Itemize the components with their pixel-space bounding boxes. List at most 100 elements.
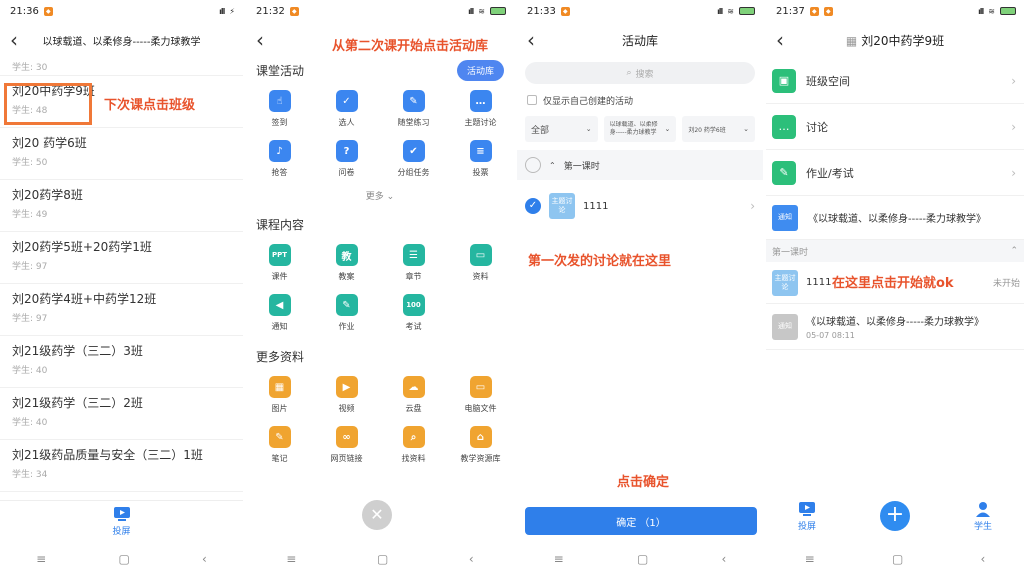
- add-button[interactable]: +: [879, 501, 910, 531]
- search-input[interactable]: ⌕ 搜索: [525, 62, 755, 84]
- chevron-down-icon: ⌄: [386, 192, 395, 202]
- material-item[interactable]: ✎ 笔记: [246, 422, 313, 468]
- tab-screen-cast[interactable]: 投屏: [0, 500, 243, 542]
- page-title: 刘20中药学9班: [861, 33, 945, 48]
- filter-type[interactable]: 全部 ⌄: [525, 116, 598, 142]
- back-icon[interactable]: ‹: [469, 552, 474, 566]
- home-icon[interactable]: ▢: [637, 552, 648, 566]
- search-icon: ⌕: [626, 68, 632, 78]
- material-label: 网页链接: [330, 454, 363, 463]
- class-space-icon: ▣: [772, 68, 796, 93]
- chevron-down-icon: ⌄: [664, 125, 671, 133]
- filter-course[interactable]: 以球载道、以柔修身-----柔力球教学 ⌄: [603, 116, 677, 142]
- content-item[interactable]: 教教案: [313, 240, 380, 286]
- activity-item[interactable]: ☝ 签到: [246, 86, 313, 132]
- tab-students[interactable]: 学生: [974, 501, 992, 532]
- confirm-button[interactable]: 确定 （1）: [525, 507, 757, 535]
- activity-item[interactable]: … 主题讨论: [447, 86, 514, 132]
- material-item[interactable]: ▶ 视频: [313, 372, 380, 418]
- content-item[interactable]: ☰ 章节: [380, 240, 447, 286]
- activity-library-button[interactable]: 活动库: [456, 59, 504, 81]
- class-item[interactable]: 刘20 药学6班 学生: 50: [0, 128, 243, 180]
- close-button[interactable]: ✕: [362, 500, 392, 530]
- activity-item[interactable]: ✓ 主题讨论 1111 ›: [517, 180, 763, 232]
- content-label: 课件: [271, 272, 288, 281]
- class-item[interactable]: 刘21级药学（三二）2班学生: 40: [0, 388, 243, 440]
- more-toggle[interactable]: 更多 ⌄: [246, 186, 514, 208]
- menu-icon[interactable]: ≡: [805, 552, 815, 566]
- material-label: 教学资源库: [460, 454, 501, 463]
- notice-item[interactable]: 通知 《以球载道、以柔修身-----柔力球教学》: [766, 196, 1024, 240]
- material-item[interactable]: ∞ 网页链接: [313, 422, 380, 468]
- material-item[interactable]: ⌂ 教学资源库: [447, 422, 514, 468]
- activity-item[interactable]: ? 问卷: [313, 136, 380, 182]
- activity-item[interactable]: ≡ 投票: [447, 136, 514, 182]
- activity-item[interactable]: ♪ 抢答: [246, 136, 313, 182]
- lesson-header[interactable]: ⌃ 第一课时: [517, 150, 763, 180]
- feature-label: 讨论: [806, 120, 828, 134]
- filter-value: 以球载道、以柔修身-----柔力球教学: [609, 121, 658, 136]
- class-item[interactable]: 刘21级药学（三二）3班 学生: 40: [0, 336, 243, 388]
- menu-icon[interactable]: ≡: [286, 552, 296, 566]
- material-label: 视频: [338, 404, 355, 413]
- back-arrow-icon[interactable]: ‹: [10, 30, 28, 50]
- activities-grid: ☝ 签到 ✓ 选人 ✎ 随堂练习 … 主题讨论 ♪ 抢答? 问卷 ✔ 分组任务 ≡ 投票: [246, 82, 514, 186]
- material-label: 图片: [271, 404, 288, 413]
- activity-item[interactable]: ✔ 分组任务: [380, 136, 447, 182]
- chevron-right-icon: ›: [1011, 119, 1016, 134]
- filter-class[interactable]: 刘20 药学6班 ⌄: [682, 116, 756, 142]
- annotation-click-class: 下次课点击班级: [104, 98, 196, 113]
- content-item[interactable]: ◀ 通知: [246, 290, 313, 336]
- class-item[interactable]: 刘20药学5班+20药学1班 学生: 97: [0, 232, 243, 284]
- menu-icon[interactable]: ≡: [554, 552, 564, 566]
- lesson-header[interactable]: 第一课时 ⌃: [766, 240, 1024, 262]
- content-item[interactable]: PPT 课件: [246, 240, 313, 286]
- material-item[interactable]: ▭ 电脑文件: [447, 372, 514, 418]
- only-mine-checkbox[interactable]: 仅显示自己创建的活动: [517, 88, 763, 112]
- content-icon: 100: [402, 294, 425, 316]
- back-arrow-icon[interactable]: ‹: [776, 30, 794, 50]
- material-item[interactable]: ⌕ 找资料: [380, 422, 447, 468]
- class-item[interactable]: 刘20药学8班 学生: 49: [0, 180, 243, 232]
- class-name: 刘21级药学（三二）2班: [12, 396, 143, 410]
- material-icon: ☁: [402, 376, 425, 398]
- content-item[interactable]: ▭ 资料: [447, 240, 514, 286]
- content-item[interactable]: 100 考试: [380, 290, 447, 336]
- back-icon[interactable]: ‹: [981, 552, 986, 566]
- content-label: 作业: [338, 322, 355, 331]
- material-item[interactable]: ▦ 图片: [246, 372, 313, 418]
- content-icon: 教: [335, 244, 358, 266]
- home-icon[interactable]: ▢: [892, 552, 903, 566]
- activity-item[interactable]: ✓ 选人: [313, 86, 380, 132]
- back-arrow-icon[interactable]: ‹: [527, 30, 545, 50]
- annotation-click-confirm: 点击确定: [617, 475, 670, 490]
- tab-screen-cast[interactable]: 投屏: [798, 501, 816, 532]
- content-icon: ▭: [469, 244, 492, 266]
- home-icon[interactable]: ▢: [118, 552, 129, 566]
- content-icon: ◀: [268, 294, 291, 316]
- class-item[interactable]: 刘21级药品质量与安全（三二）1班 学生: 34: [0, 440, 243, 492]
- back-arrow-icon[interactable]: ‹: [256, 30, 274, 50]
- menu-icon[interactable]: ≡: [36, 552, 46, 566]
- status-bar: 21:33 ◆ ıll ≋: [517, 0, 763, 22]
- activity-status: 未开始: [992, 279, 1020, 289]
- feature-class-space[interactable]: ▣ 班级空间 ›: [766, 58, 1024, 104]
- app-notification-icon: ◆: [43, 6, 53, 16]
- material-label: 云盘: [405, 404, 422, 413]
- feature-label: 班级空间: [806, 74, 850, 88]
- class-item[interactable]: 刘20药学4班+中药学12班 学生: 97: [0, 284, 243, 336]
- notice-item[interactable]: 通知 《以球载道、以柔修身-----柔力球教学》 05-07 08:11: [766, 304, 1024, 350]
- back-icon[interactable]: ‹: [202, 552, 207, 566]
- back-icon[interactable]: ‹: [722, 552, 727, 566]
- activity-item[interactable]: ✎ 随堂练习: [380, 86, 447, 132]
- feature-homework-exam[interactable]: ✎ 作业/考试 ›: [766, 150, 1024, 196]
- content-label: 章节: [405, 272, 422, 281]
- class-students: 学生: 40: [12, 418, 48, 428]
- home-icon[interactable]: ▢: [377, 552, 388, 566]
- content-item[interactable]: ✎ 作业: [313, 290, 380, 336]
- chevron-up-icon: ⌃: [549, 160, 556, 170]
- feature-discussion[interactable]: … 讨论 ›: [766, 104, 1024, 150]
- material-label: 电脑文件: [464, 404, 497, 413]
- materials-grid: ▦ 图片 ▶ 视频 ☁ 云盘 ▭ 电脑文件 ✎ 笔记 ∞ 网页链接 ⌕ 找资料 ⌂ 教学资源库: [246, 368, 514, 472]
- material-item[interactable]: ☁ 云盘: [380, 372, 447, 418]
